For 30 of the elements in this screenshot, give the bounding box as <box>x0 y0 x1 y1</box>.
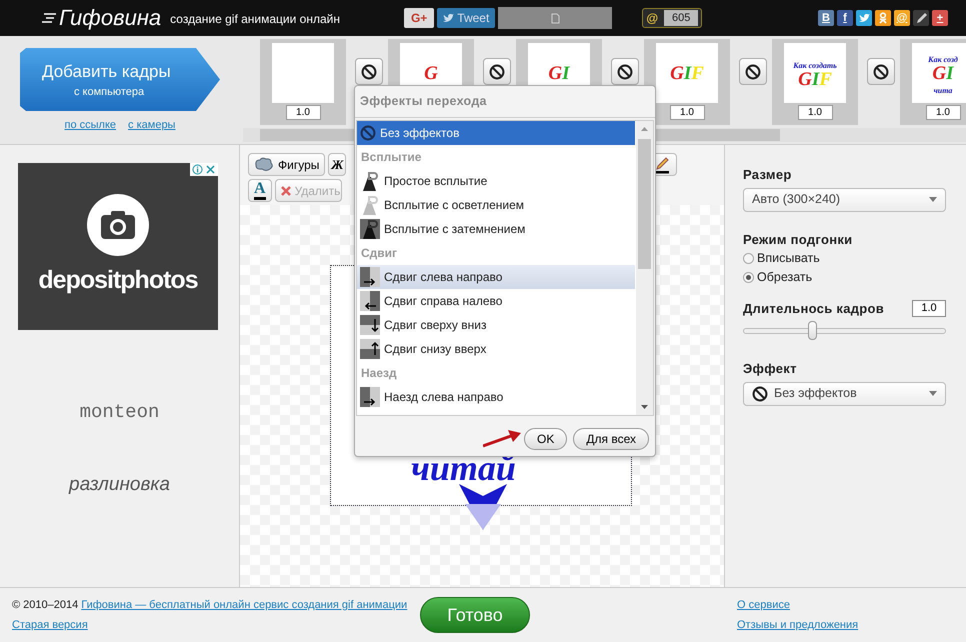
thumbnail-text: F <box>819 68 832 90</box>
dialog-title: Эффекты перехода <box>355 86 655 118</box>
size-label: Размер <box>743 166 793 184</box>
canvas-text: читай <box>411 450 516 486</box>
fit-mode-label: Режим подгонки <box>743 230 854 249</box>
thumbnail-text: чита <box>934 86 952 94</box>
thumbnail-text: G <box>670 62 684 84</box>
ad-brand: depositphotos <box>38 264 198 296</box>
effect-label: Эффект <box>743 360 798 378</box>
group-heading: Сдвиг <box>360 244 398 262</box>
thumbnail-text: Как создать <box>793 60 837 70</box>
side-text: monteon <box>78 400 160 425</box>
thumbnail-text: I <box>812 68 820 90</box>
thumbnail-text: I <box>562 62 570 84</box>
thumbnail-text: Как созд <box>928 54 958 64</box>
thumbnail-text: G <box>548 62 562 84</box>
tagline: создание gif анимации онлайн <box>170 11 340 28</box>
group-heading: Всплытие <box>360 148 422 166</box>
copyright: © 2010–2014 <box>12 598 78 613</box>
counter-icon: @ <box>646 9 658 27</box>
thumbnail-text: I <box>684 62 692 84</box>
group-heading: Наезд <box>360 364 398 382</box>
thumbnail-text: G <box>798 68 812 90</box>
thumbnail-text: I <box>946 62 954 84</box>
thumbnail-text: F <box>691 62 704 84</box>
thumbnail-text: G <box>424 62 438 84</box>
side-text: разлиновка <box>68 472 171 496</box>
counter-value: 605 <box>664 10 698 26</box>
duration-label: Длительнось кадров <box>743 300 884 318</box>
thumbnail-text: G <box>932 62 946 84</box>
